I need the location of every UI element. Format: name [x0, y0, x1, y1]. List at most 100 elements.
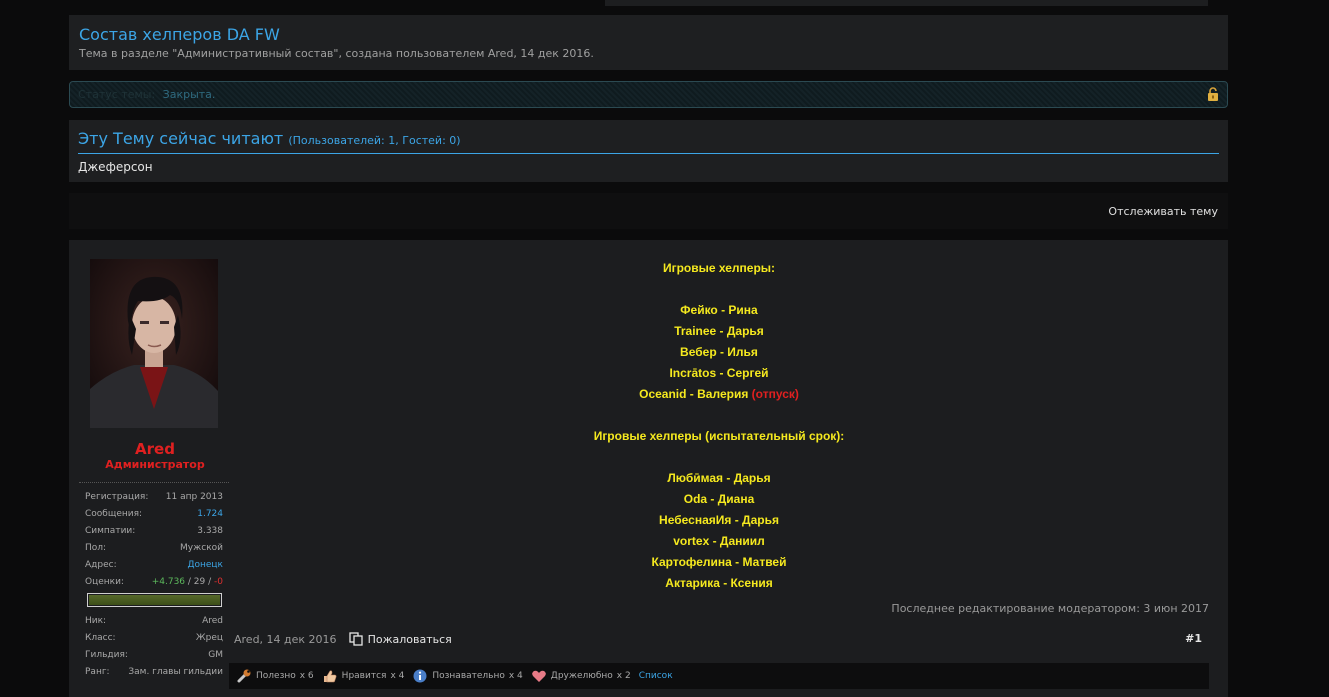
stat-class: Класс: Жрец [85, 632, 223, 649]
stat-value: Жрец [195, 633, 223, 643]
status-value: Закрыта. [162, 88, 216, 101]
stat-key: Оценки: [85, 577, 124, 587]
stat-key: Симпатии: [85, 526, 136, 536]
stat-gender: Пол: Мужской [85, 542, 223, 559]
post-date[interactable]: Ared, 14 дек 2016 [234, 633, 337, 646]
avatar-image [90, 259, 218, 428]
reaction-count: x 2 [616, 671, 631, 681]
trainee-line: НебеснаяИя - Дарья [659, 513, 779, 527]
ratings-negative: -0 [214, 577, 223, 587]
heart-icon [531, 670, 546, 682]
author-game-stats: Ник: Ared Класс: Жрец Гильдия: GM Ранг: … [85, 615, 223, 683]
stat-value: 11 апр 2013 [165, 492, 223, 502]
post-spacer [229, 447, 1209, 468]
stat-value: Ared [202, 616, 223, 626]
trainee-line: Oda - Диана [683, 492, 755, 506]
rating-bar-fill [89, 595, 220, 605]
trainee-line: vortex - Даниил [673, 534, 765, 548]
reactions-list-link[interactable]: Список [639, 671, 673, 681]
reader-link[interactable]: Джеферсон [78, 160, 1219, 174]
status-label: Статус темы: [78, 88, 156, 101]
wrench-icon [237, 669, 251, 683]
lock-icon [1208, 87, 1218, 101]
reaction-informative[interactable]: Познавательно x 4 [412, 668, 523, 684]
post-spacer [229, 405, 1209, 426]
reaction-count: x 6 [299, 671, 314, 681]
thread-status-bar: Статус темы: Закрыта. [69, 81, 1228, 108]
ratings-positive: +4.736 [151, 577, 186, 587]
stat-registration: Регистрация: 11 апр 2013 [85, 491, 223, 508]
report-label: Пожаловаться [367, 632, 452, 646]
helper-name: Oceanid - Валерия [639, 387, 749, 401]
ratings-values: +4.736 / 29 / -0 [151, 577, 223, 587]
stat-key: Сообщения: [85, 509, 143, 519]
trainee-line: Любӣмая - Дарья [667, 471, 771, 485]
helper-line: Trainee - Дарья [674, 324, 764, 338]
rating-bar [87, 593, 222, 607]
location-link[interactable]: Донецк [187, 559, 223, 576]
reaction-count: x 4 [390, 671, 405, 681]
avatar[interactable] [90, 259, 218, 428]
thread-title: Состав хелперов DA FW [79, 25, 280, 44]
readers-counts: (Пользователей: 1, Гостей: 0) [288, 134, 461, 147]
thread-subtitle: Тема в разделе "Административный состав"… [79, 47, 594, 60]
reaction-like[interactable]: Нравится x 4 [322, 668, 405, 684]
post-meta: Ared, 14 дек 2016 Пожаловаться [234, 632, 452, 646]
stat-messages: Сообщения: 1.724 [85, 508, 223, 525]
report-icon [348, 632, 363, 646]
reaction-friendly[interactable]: Дружелюбно x 2 [531, 668, 631, 684]
post-spacer [229, 279, 1209, 300]
reaction-count: x 4 [508, 671, 523, 681]
stat-value: Мужской [180, 543, 223, 553]
stat-key: Ранг: [85, 667, 110, 677]
trainee-line: Актарика - Ксения [665, 576, 773, 590]
thread-readers: Эту Тему сейчас читают (Пользователей: 1… [69, 120, 1228, 182]
helper-line: Фейко - Рина [680, 303, 758, 317]
reaction-label: Полезно [256, 671, 296, 681]
thumbs-up-icon [323, 670, 337, 683]
stat-value: 3.338 [197, 526, 223, 536]
post-permalink[interactable]: #1 [1185, 632, 1202, 645]
stat-nick: Ник: Ared [85, 615, 223, 632]
stat-key: Гильдия: [85, 650, 128, 660]
author-divider [79, 482, 229, 483]
stat-likes: Симпатии: 3.338 [85, 525, 223, 542]
reaction-label: Дружелюбно [550, 671, 613, 681]
thread-toolbar: Отслеживать тему [69, 193, 1228, 229]
stat-ratings: Оценки: +4.736 / 29 / -0 [85, 576, 223, 593]
stat-guild: Гильдия: GM [85, 649, 223, 666]
post-heading: Игровые хелперы: [662, 261, 776, 275]
post: Ared Администратор Регистрация: 11 апр 2… [69, 240, 1228, 697]
stat-key: Пол: [85, 543, 107, 553]
stat-rank: Ранг: Зам. главы гильдии [85, 666, 223, 683]
author-stats: Регистрация: 11 апр 2013 Сообщения: 1.72… [85, 491, 223, 617]
top-navigation [605, 0, 1208, 6]
helper-line: Вебер - Илья [680, 345, 758, 359]
reaction-label: Нравится [341, 671, 387, 681]
watch-thread-link[interactable]: Отслеживать тему [1108, 205, 1218, 218]
stat-value: Зам. главы гильдии [128, 667, 223, 677]
stat-value: GM [208, 650, 223, 660]
helper-line: Incrātos - Сергей [669, 366, 769, 380]
reaction-label: Познавательно [432, 671, 505, 681]
thread-header: Состав хелперов DA FW Тема в разделе "Ад… [69, 15, 1228, 70]
readers-title: Эту Тему сейчас читают [78, 129, 284, 148]
post-content: Игровые хелперы: Фейко - Рина Trainee - … [229, 258, 1209, 594]
stat-key: Ник: [85, 616, 107, 626]
ratings-neutral: 29 [193, 577, 206, 587]
info-icon [413, 669, 427, 683]
vacation-note: (отпуск) [751, 387, 799, 401]
report-button[interactable]: Пожаловаться [348, 632, 452, 646]
helper-line: Oceanid - Валерия (отпуск) [229, 384, 1209, 405]
stat-key: Регистрация: [85, 492, 149, 502]
stat-key: Класс: [85, 633, 116, 643]
stat-key: Адрес: [85, 560, 117, 570]
edited-note: Последнее редактирование модератором: 3 … [891, 602, 1209, 615]
reactions-bar: Полезно x 6 Нравится x 4 Познавательно x… [229, 663, 1209, 689]
reaction-useful[interactable]: Полезно x 6 [236, 668, 314, 684]
author-role: Администратор [105, 458, 205, 471]
messages-link[interactable]: 1.724 [197, 508, 223, 525]
author-name[interactable]: Ared [81, 440, 229, 458]
stat-location: Адрес: Донецк [85, 559, 223, 576]
readers-heading: Эту Тему сейчас читают (Пользователей: 1… [78, 129, 1219, 154]
